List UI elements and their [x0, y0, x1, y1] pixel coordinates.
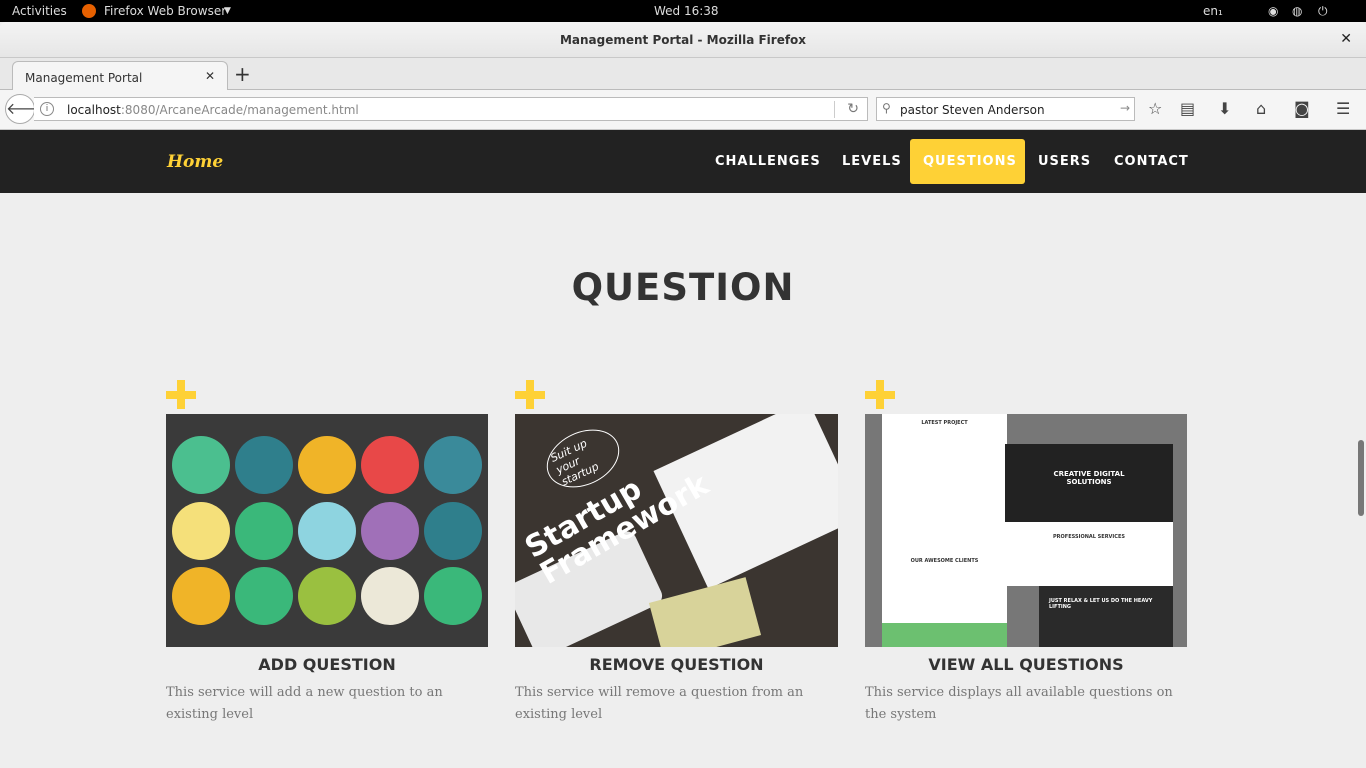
nav-questions[interactable]: QUESTIONS: [910, 139, 1025, 184]
system-top-bar: Activities Firefox Web Browser ▼ Wed 16:…: [0, 0, 1366, 22]
mockup-text: OUR AWESOME CLIENTS: [910, 558, 979, 564]
search-input[interactable]: ⚲ pastor Steven Anderson →: [876, 97, 1135, 121]
volume-icon[interactable]: ◍: [1292, 4, 1302, 18]
close-window-icon[interactable]: ✕: [1340, 31, 1352, 47]
pocket-icon[interactable]: ◙: [1294, 99, 1310, 118]
nav-levels[interactable]: LEVELS: [829, 139, 915, 184]
search-icon: ⚲: [882, 101, 891, 115]
info-icon[interactable]: i: [40, 102, 54, 116]
url-bar[interactable]: i localhost:8080/ArcaneArcade/management…: [34, 97, 868, 121]
activities-button[interactable]: Activities: [12, 4, 67, 18]
window-titlebar: Management Portal - Mozilla Firefox ✕: [0, 22, 1366, 58]
bookmark-star-icon[interactable]: ☆: [1148, 99, 1162, 118]
card-description: This service will remove a question from…: [515, 685, 804, 722]
home-icon[interactable]: ⌂: [1256, 99, 1266, 118]
url-path: :8080/ArcaneArcade/management.html: [120, 103, 359, 117]
mockup-text: PROFESSIONAL SERVICES: [1005, 522, 1173, 586]
close-tab-icon[interactable]: ✕: [205, 69, 215, 83]
tab-management-portal[interactable]: Management Portal ✕: [12, 61, 228, 91]
card-description: This service displays all available ques…: [865, 685, 1173, 722]
tab-label: Management Portal: [25, 71, 143, 85]
card-title: ADD QUESTION: [258, 655, 396, 674]
site-navbar: Home CHALLENGES LEVELS QUESTIONS USERS C…: [0, 130, 1366, 193]
add-question-image[interactable]: [166, 414, 488, 647]
plus-icon: [515, 380, 545, 410]
search-value: pastor Steven Anderson: [900, 103, 1045, 117]
view-all-questions-image[interactable]: LATEST PROJECT OUR AWESOME CLIENTS CREAT…: [865, 414, 1187, 647]
network-icon[interactable]: ◉: [1268, 4, 1278, 18]
page-title: QUESTION: [571, 266, 795, 309]
window-title: Management Portal - Mozilla Firefox: [559, 33, 807, 47]
home-link[interactable]: Home: [167, 152, 223, 172]
remove-question-card[interactable]: Suit up your startup Startup Framework R…: [515, 380, 838, 726]
add-question-card[interactable]: ADD QUESTION This service will add a new…: [166, 380, 488, 726]
hamburger-menu-icon[interactable]: ☰: [1336, 99, 1350, 118]
app-menu[interactable]: Firefox Web Browser: [104, 4, 226, 18]
page-scrollbar[interactable]: [1358, 440, 1364, 516]
back-button[interactable]: 🡐: [5, 94, 49, 124]
reading-list-icon[interactable]: ▤: [1180, 99, 1195, 118]
clock[interactable]: Wed 16:38: [654, 4, 719, 18]
reload-icon[interactable]: ↻: [847, 101, 859, 117]
chevron-down-icon: ▼: [224, 6, 231, 16]
card-title: REMOVE QUESTION: [589, 655, 764, 674]
url-host: localhost: [67, 103, 121, 117]
nav-users[interactable]: USERS: [1025, 139, 1104, 184]
language-indicator[interactable]: en₁: [1203, 4, 1223, 18]
navigation-toolbar: 🡐 i localhost:8080/ArcaneArcade/manageme…: [0, 90, 1366, 130]
download-icon[interactable]: ⬇: [1218, 99, 1231, 118]
view-all-questions-card[interactable]: LATEST PROJECT OUR AWESOME CLIENTS CREAT…: [865, 380, 1187, 726]
plus-icon: [865, 380, 895, 410]
plus-icon: [166, 380, 196, 410]
nav-contact[interactable]: CONTACT: [1101, 139, 1202, 184]
mockup-text: JUST RELAX & LET US DO THE HEAVY LIFTING: [1039, 586, 1173, 647]
remove-question-image[interactable]: Suit up your startup Startup Framework: [515, 414, 838, 647]
tab-bar: Management Portal ✕ +: [0, 58, 1366, 91]
card-title: VIEW ALL QUESTIONS: [928, 655, 1124, 674]
mockup-text: LATEST PROJECT: [921, 420, 968, 426]
go-arrow-icon[interactable]: →: [1120, 101, 1130, 115]
new-tab-button[interactable]: +: [234, 62, 251, 86]
power-icon[interactable]: ⏻: [1318, 4, 1328, 19]
mockup-text: CREATIVE DIGITAL SOLUTIONS: [1005, 444, 1173, 522]
firefox-icon: [82, 4, 96, 18]
card-description: This service will add a new question to …: [166, 685, 443, 722]
nav-challenges[interactable]: CHALLENGES: [702, 139, 834, 184]
